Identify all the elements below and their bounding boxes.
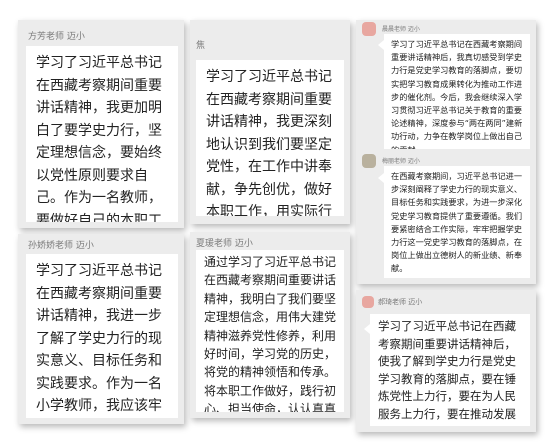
avatar: [362, 22, 376, 36]
comment-author: 郝琦老师 迈小: [378, 298, 423, 306]
comment-text: 学习了习近平总书记在西藏考察期间重要讲话精神，我进一步了解了学史力行的现实意义、…: [26, 254, 178, 418]
comment-author: 焦: [196, 41, 206, 51]
comment-text: 学习了习近平总书记在西藏考察期间重要讲话精神，我更加明白了要学史力行，坚定理想信…: [26, 46, 178, 222]
comment-card: 夏瑗老师 迈小 通过学习了习近平总书记在西藏考察期间重要讲话精神，我明白了我们要…: [190, 232, 350, 418]
comment-text: 学习了习近平总书记在西藏考察期间重要讲话精神，我更深刻地认识到我们要坚定党性，在…: [196, 60, 344, 216]
comment-author: 孙娇娇老师 迈小: [28, 241, 94, 251]
comment-author: 晨晨老师 迈小: [382, 26, 420, 33]
comment-card: 焦 学习了习近平总书记在西藏考察期间重要讲话精神，我更深刻地认识到我们要坚定党性…: [190, 20, 350, 224]
avatar: [362, 154, 376, 168]
comment-author: 夏瑗老师 迈小: [196, 239, 253, 249]
comment-text: 学习了习近平总书记在西藏考察期间重要讲话精神后，我真切感受到学史力行是党史学习教…: [384, 34, 530, 149]
comment-text: 学习了习近平总书记在西藏考察期间重要讲话精神后，使我了解到学史力行是党史学习教育…: [370, 314, 530, 426]
comment-card: 方芳老师 迈小 学习了习近平总书记在西藏考察期间重要讲话精神，我更加明白了要学史…: [18, 20, 184, 228]
comment-text: 通过学习了习近平总书记在西藏考察期间重要讲话精神，我明白了我们要坚定理想信念，用…: [196, 250, 344, 412]
comment-card: 晨晨老师 迈小 学习了习近平总书记在西藏考察期间重要讲话精神后，我真切感受到学史…: [356, 20, 536, 284]
avatar: [362, 296, 374, 308]
comment-text: 在西藏考察期间，习近平总书记进一步深刻阐释了学史力行的现实意义、目标任务和实践要…: [384, 166, 530, 278]
comment-card: 郝琦老师 迈小 学习了习近平总书记在西藏考察期间重要讲话精神后，使我了解到学史力…: [356, 290, 536, 432]
comment-author: 梅丽老师 迈小: [382, 158, 420, 165]
comment-card: 孙娇娇老师 迈小 学习了习近平总书记在西藏考察期间重要讲话精神，我进一步了解了学…: [18, 234, 184, 424]
comment-author: 方芳老师 迈小: [28, 32, 85, 42]
